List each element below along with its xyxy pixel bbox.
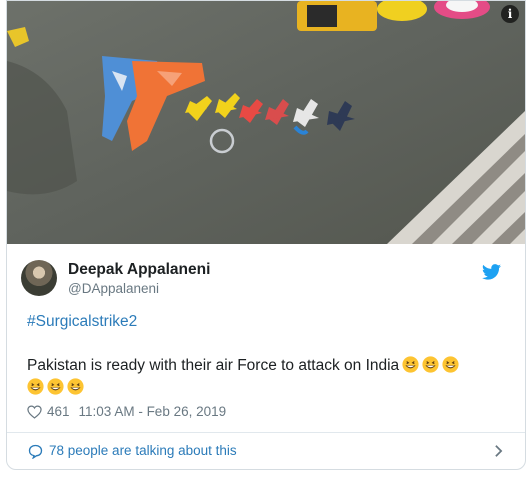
info-icon[interactable]: i: [501, 5, 519, 23]
tweet-photo[interactable]: i: [7, 1, 525, 244]
tweet-body-text: Pakistan is ready with their air Force t…: [27, 357, 400, 374]
tweet-meta: 461 11:03 AM - Feb 26, 2019: [27, 404, 226, 419]
grinning-face-emoji-icon: [47, 378, 64, 395]
grinning-face-emoji-icon: [402, 356, 419, 373]
conversation-label: 78 people are talking about this: [49, 443, 237, 458]
grinning-face-emoji-icon: [67, 378, 84, 395]
twitter-bird-icon[interactable]: [482, 264, 501, 280]
conversation-link[interactable]: 78 people are talking about this: [7, 433, 525, 469]
hashtag-link[interactable]: #Surgicalstrike2: [27, 313, 137, 331]
heart-icon[interactable]: [27, 404, 42, 419]
embedded-tweet-card: i Deepak Appalaneni @DAppalaneni #Surgic…: [6, 0, 526, 470]
tweet-header: Deepak Appalaneni @DAppalaneni: [21, 260, 501, 300]
author-handle[interactable]: @DAppalaneni: [68, 281, 159, 296]
tweet-timestamp[interactable]: 11:03 AM - Feb 26, 2019: [79, 404, 227, 419]
author-name[interactable]: Deepak Appalaneni: [68, 261, 210, 279]
toy-planes-photo: [7, 1, 525, 244]
tweet-text: Pakistan is ready with their air Force t…: [27, 355, 497, 399]
speech-bubble-icon: [28, 444, 43, 459]
chevron-right-icon: [495, 445, 503, 457]
avatar[interactable]: [21, 260, 57, 296]
grinning-face-emoji-icon: [27, 378, 44, 395]
grinning-face-emoji-icon: [422, 356, 439, 373]
like-count[interactable]: 461: [47, 404, 70, 419]
grinning-face-emoji-icon: [442, 356, 459, 373]
